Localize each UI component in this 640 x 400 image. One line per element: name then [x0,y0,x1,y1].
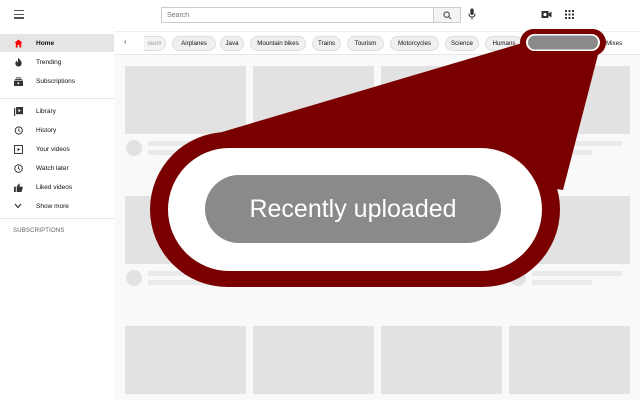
title-placeholder [148,141,238,146]
fire-icon [13,57,23,67]
clock-icon [13,163,23,173]
menu-icon[interactable] [14,10,24,19]
apps-icon[interactable] [565,10,574,19]
sidebar-item-watch-later[interactable]: Watch later [0,159,114,177]
sidebar-item-history[interactable]: History [0,121,114,139]
video-thumbnail-placeholder[interactable] [381,196,502,264]
sidebar-divider [0,98,114,99]
sidebar-item-show-more[interactable]: Show more [0,197,114,215]
top-bar [0,0,640,31]
chevron-left-icon[interactable]: ‹ [124,37,127,46]
sidebar-item-label: Home [36,39,55,47]
chip-recently-uploaded[interactable]: Recently uploaded [528,36,594,51]
sidebar-item-your-videos[interactable]: Your videos [0,140,114,158]
sidebar: Home Trending Subscriptions Library Hist… [0,31,114,400]
video-thumbnail-placeholder[interactable] [125,196,246,264]
video-thumbnail-placeholder[interactable] [125,66,246,134]
chip-tourism[interactable]: Tourism [347,36,384,51]
chip-science[interactable]: Science [445,36,479,51]
chip-motorcycles[interactable]: Motorcycles [390,36,439,51]
chip-mountain-bikes[interactable]: Mountain bikes [250,36,306,51]
sidebar-item-home[interactable]: Home [0,34,114,52]
sidebar-item-label: Subscriptions [36,77,76,85]
chip-mixes[interactable]: Mixes [606,36,622,51]
sidebar-item-label: Show more [36,202,69,210]
video-thumbnail-placeholder[interactable] [509,326,630,394]
video-thumbnail-placeholder[interactable] [381,66,502,134]
subscriptions-heading: SUBSCRIPTIONS [13,228,65,234]
video-grid [114,55,640,400]
sidebar-item-label: Trending [36,58,62,66]
library-icon [13,106,23,116]
sidebar-item-label: Watch later [36,164,69,172]
channel-avatar-placeholder [510,270,526,286]
sidebar-divider [0,218,114,219]
sidebar-item-label: Library [36,107,56,115]
sidebar-item-liked-videos[interactable]: Liked videos [0,178,114,196]
video-thumbnail-placeholder[interactable] [509,196,630,264]
chevron-down-icon [13,201,23,211]
title-placeholder [148,271,238,276]
chip-partial[interactable]: reum [144,36,166,51]
sidebar-item-label: Liked videos [36,183,73,191]
title-placeholder [532,150,592,155]
channel-avatar-placeholder [126,270,142,286]
home-icon [13,38,23,48]
thumbs-up-icon [13,182,23,192]
filter-chip-bar: ‹ reum Airplanes Java Mountain bikes Tra… [114,31,640,55]
title-placeholder [148,280,208,285]
search-input[interactable] [161,7,433,23]
video-thumbnail-placeholder[interactable] [381,326,502,394]
subscriptions-icon [13,76,23,86]
mic-icon[interactable] [468,8,476,20]
sidebar-item-library[interactable]: Library [0,102,114,120]
title-placeholder [532,271,622,276]
channel-avatar-placeholder [126,140,142,156]
sidebar-item-trending[interactable]: Trending [0,53,114,71]
video-thumbnail-placeholder[interactable] [253,326,374,394]
title-placeholder [532,280,592,285]
chip-java[interactable]: Java [220,36,244,51]
chip-trains[interactable]: Trains [312,36,341,51]
create-video-icon[interactable] [541,10,552,19]
chip-humans[interactable]: Humans [485,36,523,51]
title-placeholder [148,150,208,155]
sidebar-item-label: Your videos [36,145,70,153]
sidebar-item-label: History [36,126,57,134]
sidebar-item-subscriptions[interactable]: Subscriptions [0,72,114,90]
video-thumbnail-placeholder[interactable] [509,66,630,134]
video-thumbnail-placeholder[interactable] [253,66,374,134]
title-placeholder [532,141,622,146]
play-icon [13,144,23,154]
video-thumbnail-placeholder[interactable] [125,326,246,394]
search-button[interactable] [433,7,461,23]
chip-airplanes[interactable]: Airplanes [172,36,216,51]
video-thumbnail-placeholder[interactable] [253,196,374,264]
search-icon [443,11,452,20]
history-icon [13,125,23,135]
